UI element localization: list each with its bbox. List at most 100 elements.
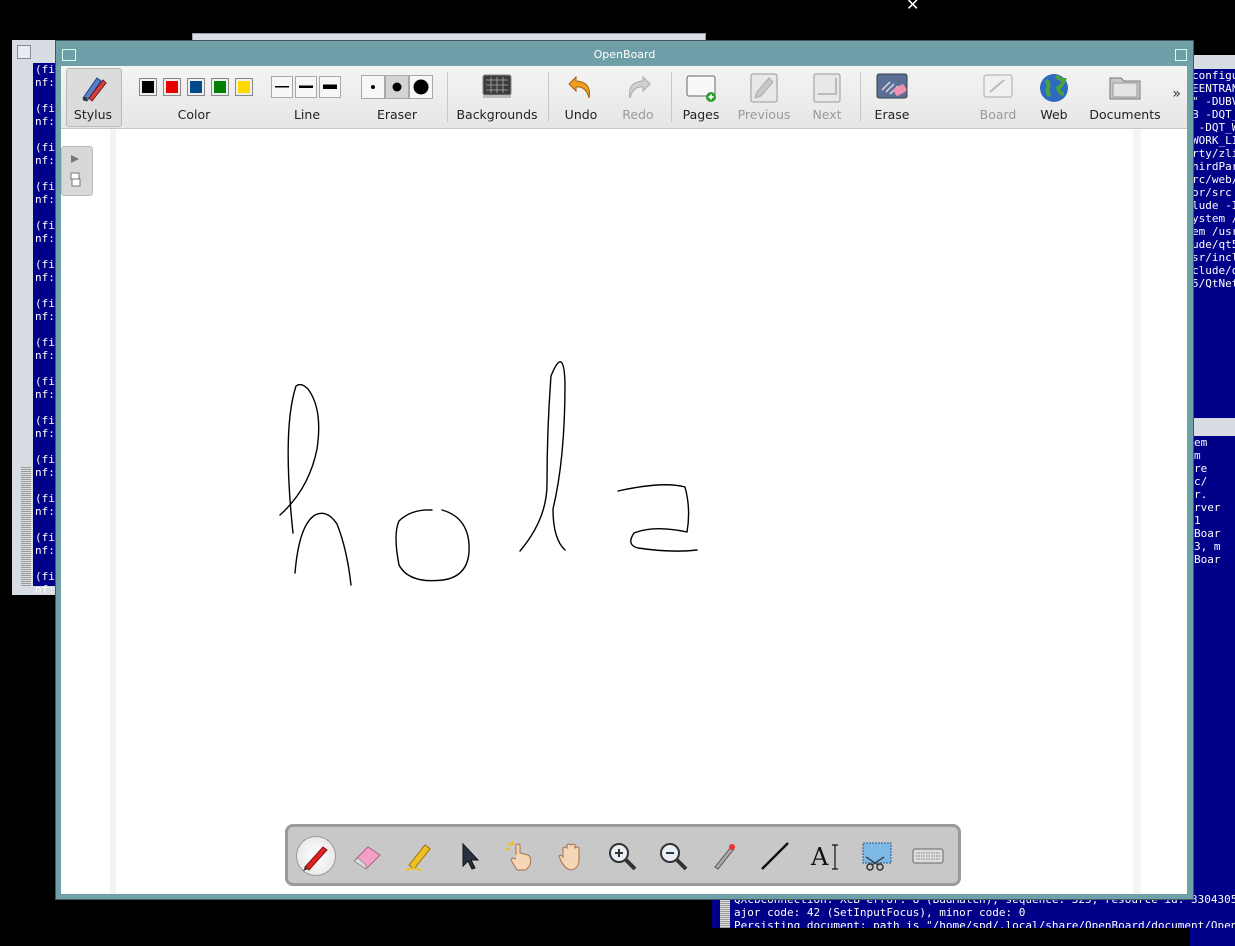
stylus-label: Stylus (73, 107, 113, 122)
eraser-icon (353, 846, 381, 870)
terminal-line: ajor code: 42 (SetInputFocus), minor cod… (734, 906, 1026, 919)
terminal-line: r. (1194, 488, 1208, 501)
globe-icon (1040, 74, 1068, 102)
openboard-window[interactable]: OpenBoard Stylus Color Line Eraser Backg… (55, 40, 1194, 900)
terminal-line: em (1194, 436, 1208, 449)
interact-icon (506, 840, 532, 871)
redo-icon (629, 75, 651, 99)
eraser-medium-icon (392, 82, 402, 92)
line-label: Line (293, 107, 321, 122)
text-tool-button[interactable]: A (806, 836, 846, 876)
documents-label: Documents (1089, 107, 1161, 122)
line-icon (761, 842, 789, 870)
line-thin-icon (275, 86, 289, 88)
terminal-line: c/ (1194, 475, 1208, 488)
undo-icon (568, 75, 590, 99)
color-swatch-red[interactable] (163, 78, 181, 96)
erase-label: Erase (874, 107, 910, 122)
eraser-large-button[interactable] (409, 75, 433, 99)
terminal-line: m (1194, 449, 1201, 462)
board-icon (983, 74, 1013, 98)
keyboard-icon (912, 848, 944, 864)
window-menu-icon[interactable] (62, 49, 76, 61)
capture-tool-button[interactable] (857, 836, 897, 876)
terminal-line: rver (1194, 501, 1221, 514)
terminal-line: Boar (1194, 527, 1221, 540)
line-thick-button[interactable] (319, 76, 341, 98)
redo-button[interactable]: Redo (612, 68, 664, 126)
undo-label: Undo (564, 107, 598, 122)
web-label: Web (1040, 107, 1068, 122)
eraser-small-icon (371, 85, 375, 89)
documents-button[interactable]: Documents (1087, 68, 1163, 126)
stylus-button[interactable]: Stylus (66, 68, 120, 126)
laser-pointer-icon (714, 844, 735, 870)
marker-icon (405, 844, 431, 871)
toolbar-more-icon[interactable]: » (1172, 86, 1181, 102)
eraser-tool-button[interactable] (347, 836, 387, 876)
zoom-out-tool-button[interactable] (653, 836, 693, 876)
handwriting-hola-drawing (279, 361, 698, 586)
interact-tool-button[interactable] (500, 836, 540, 876)
color-swatch-yellow[interactable] (235, 78, 253, 96)
web-button[interactable]: Web (1031, 68, 1077, 126)
terminal-window-right-lower[interactable]: em m re c/r. rver 1 Boar 3, m Boar (1190, 418, 1235, 946)
marker-tool-button[interactable] (398, 836, 438, 876)
keyboard-tool-button[interactable] (908, 836, 948, 876)
previous-label: Previous (737, 107, 791, 122)
terminal-line: Persisting document; path is "/home/spd/… (734, 919, 1235, 928)
zoom-out-icon (660, 843, 688, 871)
terminal-line: re (1194, 462, 1208, 475)
eraser-small-button[interactable] (361, 75, 385, 99)
line-tool-button[interactable] (755, 836, 795, 876)
window-titlebar[interactable]: OpenBoard (56, 47, 1193, 63)
line-medium-button[interactable] (295, 76, 317, 98)
maximize-icon[interactable] (1175, 49, 1187, 61)
pages-add-icon (686, 75, 716, 102)
line-thin-button[interactable] (271, 76, 293, 98)
text-icon: A (810, 843, 838, 871)
redo-label: Redo (622, 107, 654, 122)
erase-button[interactable]: Erase (867, 68, 917, 126)
color-swatch-blue[interactable] (187, 78, 205, 96)
previous-button[interactable]: Previous (733, 68, 795, 126)
color-swatch-black[interactable] (139, 78, 157, 96)
eraser-large-icon (413, 79, 429, 95)
terminal-left-titlebar[interactable] (13, 41, 58, 61)
pages-label: Pages (682, 107, 720, 122)
window-title: OpenBoard (593, 48, 656, 61)
svg-text:A: A (810, 843, 829, 871)
line-medium-icon (299, 85, 313, 88)
terminal-window-left[interactable]: (fi nf: (fi nf: (fi nf: (fi nf: (fi nf: (fi n… (12, 40, 59, 595)
terminal-line: Boar (1194, 553, 1221, 566)
toolbar-separator (860, 72, 861, 122)
board-button[interactable]: Board (973, 68, 1023, 126)
zoom-in-tool-button[interactable] (602, 836, 642, 876)
selector-tool-button[interactable] (449, 836, 489, 876)
undo-button[interactable]: Undo (555, 68, 607, 126)
backgrounds-button[interactable]: Backgrounds (453, 68, 541, 126)
color-swatch-green[interactable] (211, 78, 229, 96)
hand-icon (558, 843, 580, 871)
pages-button[interactable]: Pages (675, 68, 727, 126)
laser-pointer-tool-button[interactable] (704, 836, 744, 876)
eraser-label: Eraser (376, 107, 418, 122)
next-button[interactable]: Next (801, 68, 853, 126)
toolbar-separator (671, 72, 672, 122)
board-canvas[interactable] (61, 129, 1187, 894)
eraser-medium-button[interactable] (385, 75, 409, 99)
previous-page-icon (750, 73, 778, 103)
terminal-line: 3, m (1194, 540, 1221, 553)
main-toolbar: Stylus Color Line Eraser Backgrounds Und… (61, 66, 1187, 129)
toolbar-separator (548, 72, 549, 122)
color-label: Color (177, 107, 211, 122)
pen-tool-button[interactable] (296, 836, 336, 876)
stylus-palette: A (285, 824, 961, 886)
terminal-line: 1 (1194, 514, 1201, 527)
next-page-icon (813, 73, 841, 103)
zoom-in-icon (609, 843, 637, 871)
terminal-left-scrollbar[interactable] (21, 466, 31, 586)
minimize-icon[interactable] (17, 45, 31, 59)
backgrounds-label: Backgrounds (456, 107, 538, 122)
hand-tool-button[interactable] (551, 836, 591, 876)
